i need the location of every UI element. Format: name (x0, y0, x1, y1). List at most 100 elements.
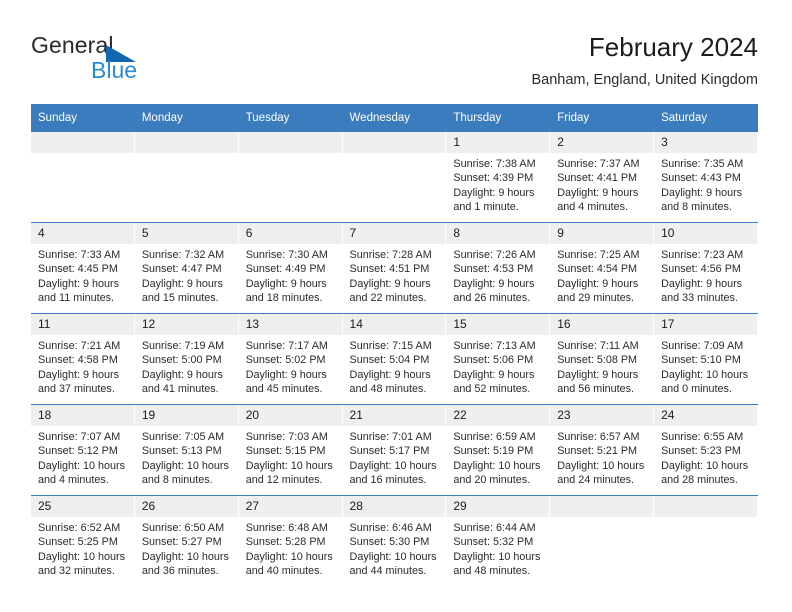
day-detail-line: Sunrise: 7:23 AM (661, 249, 744, 261)
day-details: Sunrise: 7:38 AM Sunset: 4:39 PM Daylight:… (446, 153, 550, 215)
day-number: 4 (31, 223, 135, 244)
day-detail-line: Sunset: 5:10 PM (661, 354, 741, 367)
calendar-day-cell[interactable]: 29 Sunrise: 6:44 AM Sunset: 5:32 PM Dayligh… (446, 495, 551, 586)
day-detail-line: Daylight: 10 hours (141, 550, 229, 563)
calendar-day-cell[interactable]: 25 Sunrise: 6:52 AM Sunset: 5:25 PM Dayligh… (31, 495, 135, 586)
day-details: Sunrise: 7:35 AM Sunset: 4:43 PM Daylight:… (654, 153, 758, 215)
day-detail-line: Sunset: 5:15 PM (245, 445, 326, 458)
day-detail-line: Sunset: 5:32 PM (453, 536, 534, 549)
calendar-day-cell[interactable]: 5 Sunrise: 7:32 AM Sunset: 4:47 PM Daylight… (134, 222, 239, 314)
calendar-day-cell[interactable]: 27 Sunrise: 6:48 AM Sunset: 5:28 PM Dayligh… (238, 495, 343, 586)
day-number: 16 (550, 314, 655, 335)
day-detail-line: Daylight: 9 hours (453, 277, 535, 290)
day-detail-line: and 33 minutes. (661, 292, 738, 305)
day-detail-line: Daylight: 10 hours (38, 459, 126, 472)
day-details: Sunrise: 6:55 AM Sunset: 5:23 PM Daylight:… (654, 426, 758, 488)
calendar-day-cell[interactable]: 1 Sunrise: 7:38 AM Sunset: 4:39 PM Daylight… (446, 132, 551, 223)
day-detail-line: Sunrise: 7:26 AM (453, 249, 536, 261)
day-detail-line: Sunrise: 7:01 AM (349, 431, 432, 443)
calendar-day-cell[interactable]: 12 Sunrise: 7:19 AM Sunset: 5:00 PM Dayligh… (134, 313, 239, 405)
day-detail-line: Daylight: 10 hours (557, 459, 645, 472)
weekday-header-saturday: Saturday (654, 104, 758, 132)
day-detail-line: Daylight: 10 hours (349, 550, 437, 563)
day-detail-line: Daylight: 9 hours (453, 186, 535, 199)
day-details: Sunrise: 7:23 AM Sunset: 4:56 PM Daylight:… (654, 244, 758, 306)
calendar-day-cell[interactable]: 4 Sunrise: 7:33 AM Sunset: 4:45 PM Daylight… (31, 222, 135, 314)
day-detail-line: Daylight: 9 hours (245, 277, 327, 290)
day-detail-line: Sunrise: 7:13 AM (453, 340, 536, 352)
calendar-day-cell[interactable]: 28 Sunrise: 6:46 AM Sunset: 5:30 PM Dayligh… (342, 495, 447, 586)
day-detail-line: Sunset: 5:23 PM (661, 445, 741, 458)
calendar-week-row: 25 Sunrise: 6:52 AM Sunset: 5:25 PM Dayligh… (31, 495, 758, 586)
calendar-day-cell[interactable]: 11 Sunrise: 7:21 AM Sunset: 4:58 PM Dayligh… (31, 313, 135, 405)
day-number: 25 (31, 496, 135, 517)
day-detail-line: and 48 minutes. (349, 383, 427, 396)
day-number: 12 (134, 314, 239, 335)
day-detail-line: Daylight: 10 hours (38, 550, 126, 563)
weekday-header-sunday: Sunday (31, 104, 135, 132)
day-number: 23 (550, 405, 655, 426)
day-detail-line: and 4 minutes. (557, 201, 629, 214)
calendar-day-cell[interactable]: 3 Sunrise: 7:35 AM Sunset: 4:43 PM Daylight… (654, 132, 758, 223)
day-details: Sunrise: 6:50 AM Sunset: 5:27 PM Daylight:… (135, 517, 239, 579)
day-detail-line: Sunset: 5:19 PM (453, 445, 534, 458)
day-details (135, 153, 239, 157)
day-detail-line: Daylight: 10 hours (245, 550, 333, 563)
calendar-day-cell[interactable]: 10 Sunrise: 7:23 AM Sunset: 4:56 PM Dayligh… (654, 222, 758, 314)
day-detail-line: Daylight: 10 hours (141, 459, 229, 472)
calendar-day-cell[interactable]: 7 Sunrise: 7:28 AM Sunset: 4:51 PM Daylight… (342, 222, 447, 314)
day-number: 20 (238, 405, 343, 426)
calendar-week-row: 18 Sunrise: 7:07 AM Sunset: 5:12 PM Dayligh… (31, 404, 758, 496)
calendar-day-cell-empty (31, 132, 135, 223)
calendar-day-cell[interactable]: 23 Sunrise: 6:57 AM Sunset: 5:21 PM Dayligh… (550, 404, 655, 496)
calendar-day-cell[interactable]: 19 Sunrise: 7:05 AM Sunset: 5:13 PM Dayligh… (134, 404, 239, 496)
day-detail-line: and 45 minutes. (245, 383, 323, 396)
day-detail-line: and 28 minutes. (661, 474, 738, 487)
day-detail-line: and 0 minutes. (661, 383, 732, 396)
page-subtitle: Banham, England, United Kingdom (531, 72, 758, 88)
day-detail-line: Sunrise: 7:15 AM (349, 340, 432, 352)
calendar-day-cell[interactable]: 17 Sunrise: 7:09 AM Sunset: 5:10 PM Dayligh… (654, 313, 758, 405)
calendar-day-cell[interactable]: 26 Sunrise: 6:50 AM Sunset: 5:27 PM Dayligh… (134, 495, 239, 586)
day-detail-line: Sunrise: 7:21 AM (38, 340, 121, 352)
title-block: February 2024 Banham, England, United Ki… (531, 32, 758, 90)
day-detail-line: and 22 minutes. (349, 292, 427, 305)
day-detail-line: Sunrise: 6:52 AM (38, 522, 121, 534)
day-details: Sunrise: 7:07 AM Sunset: 5:12 PM Daylight:… (31, 426, 135, 488)
calendar-day-cell[interactable]: 18 Sunrise: 7:07 AM Sunset: 5:12 PM Dayligh… (31, 404, 135, 496)
day-detail-line: Daylight: 9 hours (38, 277, 120, 290)
calendar-day-cell[interactable]: 13 Sunrise: 7:17 AM Sunset: 5:02 PM Dayligh… (238, 313, 343, 405)
day-number: 7 (342, 223, 447, 244)
calendar-day-cell[interactable]: 20 Sunrise: 7:03 AM Sunset: 5:15 PM Dayligh… (238, 404, 343, 496)
day-number (550, 496, 655, 517)
day-detail-line: and 8 minutes. (141, 474, 213, 487)
calendar-day-cell[interactable]: 15 Sunrise: 7:13 AM Sunset: 5:06 PM Dayligh… (446, 313, 551, 405)
day-details: Sunrise: 7:30 AM Sunset: 4:49 PM Daylight:… (239, 244, 343, 306)
day-detail-line: Sunrise: 7:33 AM (38, 249, 121, 261)
calendar-day-cell-empty (238, 132, 343, 223)
day-detail-line: Sunset: 5:08 PM (557, 354, 638, 367)
calendar-day-cell[interactable]: 22 Sunrise: 6:59 AM Sunset: 5:19 PM Dayligh… (446, 404, 551, 496)
calendar-day-cell[interactable]: 8 Sunrise: 7:26 AM Sunset: 4:53 PM Daylight… (446, 222, 551, 314)
day-number: 22 (446, 405, 551, 426)
weekday-header-friday: Friday (550, 104, 655, 132)
day-detail-line: Sunrise: 7:19 AM (141, 340, 225, 352)
calendar-day-cell[interactable]: 2 Sunrise: 7:37 AM Sunset: 4:41 PM Daylight… (550, 132, 655, 223)
calendar-day-cell[interactable]: 24 Sunrise: 6:55 AM Sunset: 5:23 PM Dayligh… (654, 404, 758, 496)
day-detail-line: Sunrise: 7:28 AM (349, 249, 432, 261)
day-detail-line: Sunset: 4:39 PM (453, 172, 534, 185)
day-number (654, 496, 758, 517)
calendar-day-cell[interactable]: 9 Sunrise: 7:25 AM Sunset: 4:54 PM Daylight… (550, 222, 655, 314)
calendar-day-cell[interactable]: 16 Sunrise: 7:11 AM Sunset: 5:08 PM Dayligh… (550, 313, 655, 405)
day-number: 17 (654, 314, 758, 335)
day-detail-line: and 16 minutes. (349, 474, 427, 487)
calendar-day-cell[interactable]: 14 Sunrise: 7:15 AM Sunset: 5:04 PM Dayligh… (342, 313, 447, 405)
day-detail-line: Sunrise: 6:50 AM (141, 522, 225, 534)
calendar-day-cell[interactable]: 6 Sunrise: 7:30 AM Sunset: 4:49 PM Daylight… (238, 222, 343, 314)
day-detail-line: Daylight: 10 hours (453, 459, 541, 472)
calendar-day-cell[interactable]: 21 Sunrise: 7:01 AM Sunset: 5:17 PM Dayligh… (342, 404, 447, 496)
day-number: 11 (31, 314, 135, 335)
day-detail-line: Daylight: 9 hours (661, 277, 743, 290)
day-detail-line: Sunset: 4:49 PM (245, 263, 326, 276)
logo-text-general: General (31, 32, 114, 58)
